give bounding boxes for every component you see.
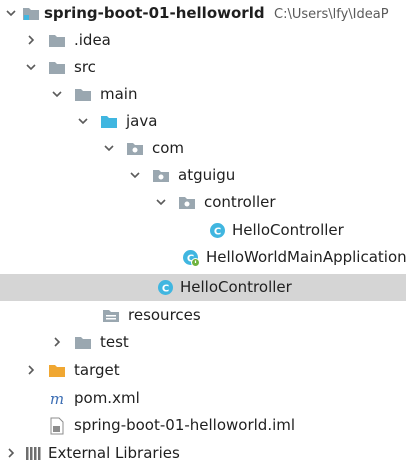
tree-item-label: resources xyxy=(128,306,201,324)
svg-text:C: C xyxy=(213,227,220,238)
svg-text:C: C xyxy=(161,284,168,295)
chevron-down-icon[interactable] xyxy=(50,87,64,101)
tree-item-external-libraries[interactable]: External Libraries xyxy=(0,440,406,467)
class-icon: C xyxy=(208,222,226,239)
svg-text:m: m xyxy=(50,390,64,407)
libraries-icon xyxy=(24,445,42,462)
chevron-down-icon[interactable] xyxy=(24,60,38,74)
tree-item-label: External Libraries xyxy=(48,444,180,462)
tree-item-resources[interactable]: resources xyxy=(0,302,406,329)
tree-item-hello-controller-outer[interactable]: C HelloController xyxy=(0,274,406,301)
tree-item-java[interactable]: java xyxy=(0,108,406,135)
tree-item-label: src xyxy=(74,58,96,76)
chevron-down-icon[interactable] xyxy=(4,6,18,20)
class-icon: C xyxy=(156,279,174,296)
chevron-down-icon[interactable] xyxy=(128,168,142,182)
tree-item-idea[interactable]: .idea xyxy=(0,27,406,54)
tree-item-label: java xyxy=(126,112,158,130)
tree-item-label: com xyxy=(152,139,185,157)
tree-item-label: test xyxy=(100,333,129,351)
tree-item-label: controller xyxy=(204,193,276,211)
tree-item-com[interactable]: com xyxy=(0,135,406,162)
project-tree: spring-boot-01-helloworld C:\Users\lfy\I… xyxy=(0,0,406,472)
tree-item-label: HelloWorldMainApplication xyxy=(206,248,406,266)
tree-item-test[interactable]: test xyxy=(0,329,406,356)
tree-item-target[interactable]: target xyxy=(0,357,406,384)
excluded-folder-icon xyxy=(48,362,66,379)
tree-item-src[interactable]: src xyxy=(0,54,406,81)
spring-boot-class-icon: C xyxy=(182,249,200,267)
package-icon xyxy=(152,167,170,184)
module-file-icon xyxy=(48,417,66,434)
chevron-right-icon[interactable] xyxy=(50,335,64,349)
tree-item-label: HelloController xyxy=(180,278,292,296)
chevron-down-icon[interactable] xyxy=(154,195,168,209)
project-path: C:\Users\lfy\IdeaP xyxy=(274,7,389,22)
chevron-right-icon[interactable] xyxy=(4,446,18,460)
chevron-right-icon[interactable] xyxy=(24,33,38,47)
source-folder-icon xyxy=(100,113,118,130)
tree-item-label: HelloController xyxy=(232,221,344,239)
folder-icon xyxy=(22,5,40,22)
chevron-right-icon[interactable] xyxy=(24,363,38,377)
package-icon xyxy=(126,140,144,157)
tree-item-label: .idea xyxy=(74,31,111,49)
maven-file-icon: m xyxy=(48,390,66,407)
tree-item-label: pom.xml xyxy=(74,389,140,407)
tree-item-label: atguigu xyxy=(178,166,236,184)
tree-item-project-root[interactable]: spring-boot-01-helloworld C:\Users\lfy\I… xyxy=(0,0,406,27)
folder-icon xyxy=(74,334,92,351)
chevron-down-icon[interactable] xyxy=(102,141,116,155)
tree-item-label: spring-boot-01-helloworld.iml xyxy=(74,416,296,434)
tree-item-label: target xyxy=(74,361,120,379)
tree-item-main[interactable]: main xyxy=(0,81,406,108)
resources-folder-icon xyxy=(102,307,120,324)
tree-item-iml[interactable]: spring-boot-01-helloworld.iml xyxy=(0,412,406,439)
tree-item-controller[interactable]: controller xyxy=(0,189,406,216)
tree-item-hello-controller-inner[interactable]: C HelloController xyxy=(0,217,406,244)
chevron-down-icon[interactable] xyxy=(76,114,90,128)
tree-item-atguigu[interactable]: atguigu xyxy=(0,162,406,189)
package-icon xyxy=(178,194,196,211)
folder-icon xyxy=(74,86,92,103)
folder-icon xyxy=(48,59,66,76)
tree-item-main-application[interactable]: C HelloWorldMainApplication xyxy=(0,244,406,271)
project-name: spring-boot-01-helloworld xyxy=(44,4,265,22)
tree-item-pom[interactable]: m pom.xml xyxy=(0,385,406,412)
tree-item-label: main xyxy=(100,85,138,103)
folder-icon xyxy=(48,32,66,49)
